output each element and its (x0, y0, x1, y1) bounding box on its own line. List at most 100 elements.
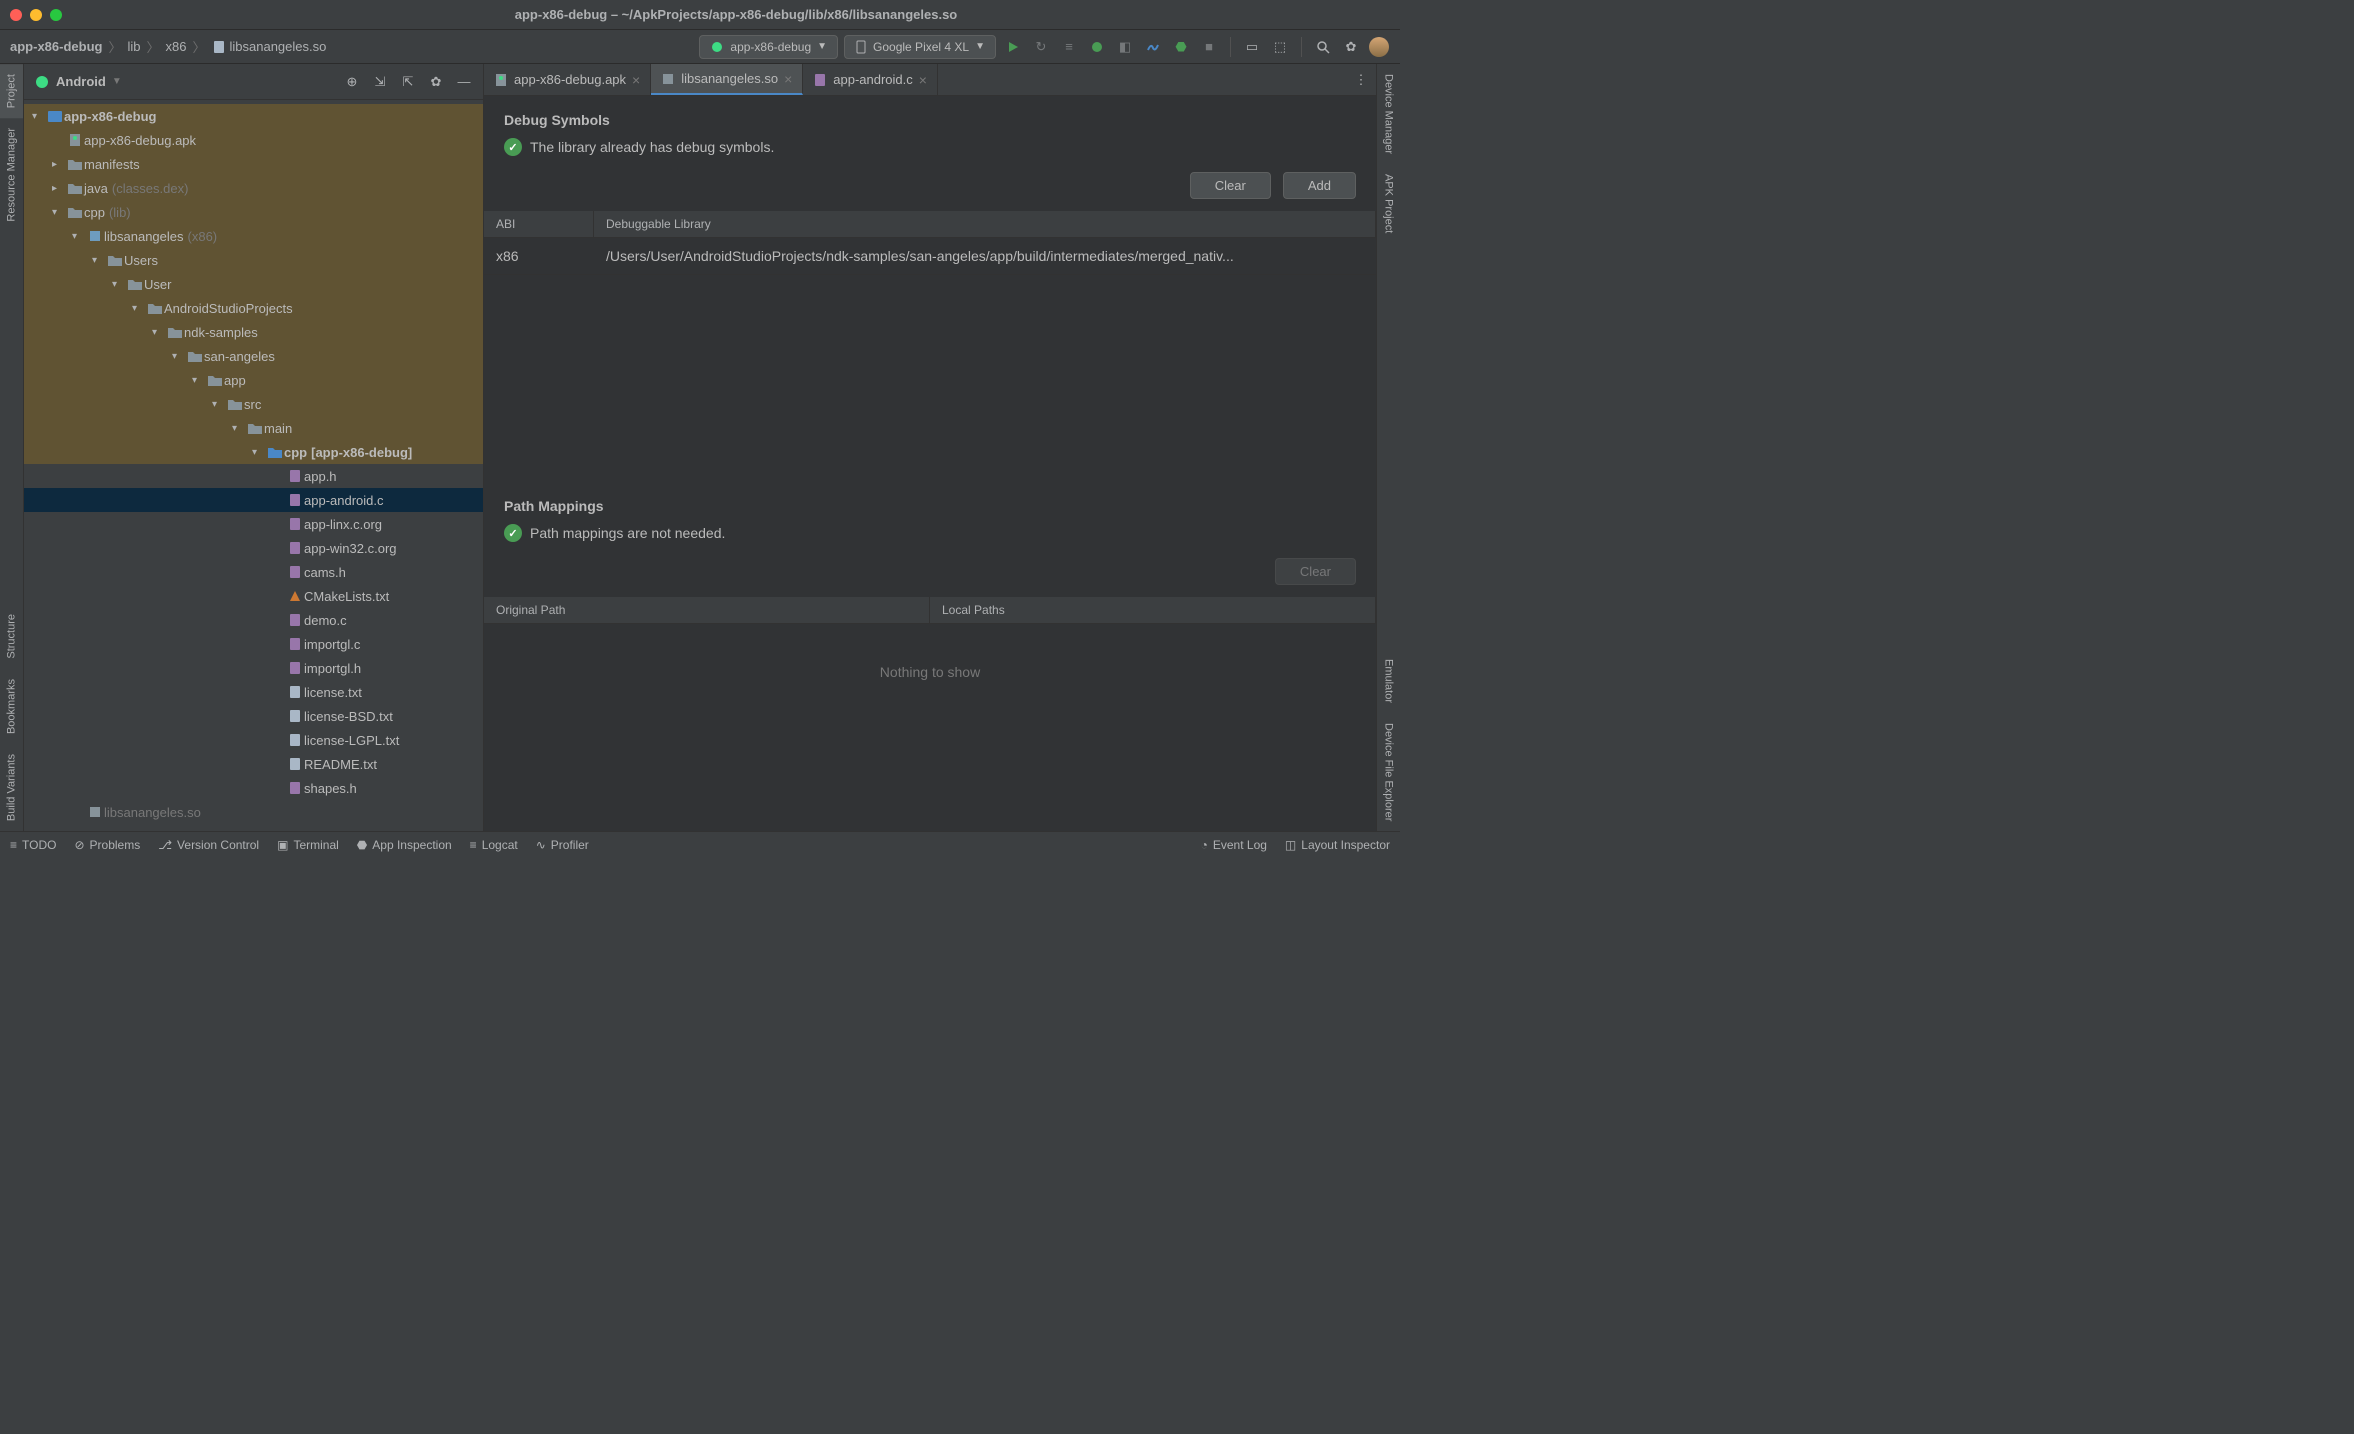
table-row[interactable]: x86 /Users/User/AndroidStudioProjects/nd… (484, 238, 1376, 275)
avd-manager-icon[interactable]: ▭ (1241, 36, 1263, 58)
project-tree[interactable]: ▾app-x86-debugapp-x86-debug.apk▸manifest… (24, 100, 483, 831)
app-inspection-tool-button[interactable]: ⬣App Inspection (357, 838, 452, 852)
profiler-button[interactable] (1142, 36, 1164, 58)
tree-node[interactable]: ▾libsanangeles(x86) (24, 224, 483, 248)
tree-expand-icon[interactable]: ▾ (152, 327, 166, 338)
tree-expand-icon[interactable]: ▾ (32, 111, 46, 122)
select-opened-file-icon[interactable]: ⊕ (343, 73, 361, 91)
local-paths-column-header[interactable]: Local Paths (930, 597, 1376, 623)
tree-node[interactable]: ▾app (24, 368, 483, 392)
editor-tab[interactable]: libsanangeles.so× (651, 64, 803, 95)
device-manager-tool-button[interactable]: Device Manager (1377, 64, 1400, 164)
tree-expand-icon[interactable]: ▸ (52, 183, 66, 194)
tree-expand-icon[interactable]: ▾ (252, 447, 266, 458)
avatar[interactable] (1368, 36, 1390, 58)
resource-manager-tool-button[interactable]: Resource Manager (0, 118, 23, 232)
tree-node[interactable]: demo.c (24, 608, 483, 632)
tree-node[interactable]: README.txt (24, 752, 483, 776)
tree-expand-icon[interactable]: ▾ (112, 279, 126, 290)
original-path-column-header[interactable]: Original Path (484, 597, 930, 623)
tree-node[interactable]: app-win32.c.org (24, 536, 483, 560)
tree-node[interactable]: importgl.h (24, 656, 483, 680)
structure-tool-button[interactable]: Structure (0, 604, 23, 669)
tree-node[interactable]: ▾ndk-samples (24, 320, 483, 344)
tree-node[interactable]: ▾src (24, 392, 483, 416)
more-tabs-icon[interactable]: ⋮ (1346, 64, 1376, 95)
close-tab-icon[interactable]: × (919, 72, 927, 88)
tree-node[interactable]: ▾cpp[app-x86-debug] (24, 440, 483, 464)
settings-icon[interactable]: ✿ (427, 73, 445, 91)
editor-tab[interactable]: app-x86-debug.apk× (484, 64, 651, 95)
emulator-tool-button[interactable]: Emulator (1377, 649, 1400, 713)
hide-icon[interactable]: — (455, 73, 473, 91)
settings-icon[interactable]: ✿ (1340, 36, 1362, 58)
tree-expand-icon[interactable]: ▾ (172, 351, 186, 362)
device-dropdown[interactable]: Google Pixel 4 XL ▼ (844, 35, 996, 59)
tree-node[interactable]: license.txt (24, 680, 483, 704)
coverage-icon[interactable]: ◧ (1114, 36, 1136, 58)
sdk-manager-icon[interactable]: ⬚ (1269, 36, 1291, 58)
minimize-window-button[interactable] (30, 9, 42, 21)
apply-changes-icon[interactable]: ↻ (1030, 36, 1052, 58)
tree-node[interactable]: cams.h (24, 560, 483, 584)
tree-expand-icon[interactable]: ▾ (192, 375, 206, 386)
tree-expand-icon[interactable]: ▾ (212, 399, 226, 410)
project-view-label[interactable]: Android (56, 74, 106, 89)
device-file-explorer-tool-button[interactable]: Device File Explorer (1377, 713, 1400, 831)
tree-node[interactable]: ▾app-x86-debug (24, 104, 483, 128)
tree-node[interactable]: app-linx.c.org (24, 512, 483, 536)
tree-expand-icon[interactable]: ▸ (52, 159, 66, 170)
lib-column-header[interactable]: Debuggable Library (594, 211, 1376, 237)
event-log-tool-button[interactable]: ◔Event Log (1201, 838, 1267, 852)
tree-expand-icon[interactable]: ▾ (72, 231, 86, 242)
profiler-tool-button[interactable]: ∿Profiler (536, 838, 589, 852)
tree-node[interactable]: ▾Users (24, 248, 483, 272)
tree-node[interactable]: ▾AndroidStudioProjects (24, 296, 483, 320)
tree-node[interactable]: importgl.c (24, 632, 483, 656)
project-tool-button[interactable]: Project (0, 64, 23, 118)
maximize-window-button[interactable] (50, 9, 62, 21)
tree-expand-icon[interactable]: ▾ (232, 423, 246, 434)
tree-node[interactable]: license-LGPL.txt (24, 728, 483, 752)
editor-tab[interactable]: app-android.c× (803, 64, 938, 95)
close-window-button[interactable] (10, 9, 22, 21)
version-control-tool-button[interactable]: ⎇Version Control (158, 838, 259, 852)
tree-node[interactable]: app.h (24, 464, 483, 488)
tree-node[interactable]: app-android.c (24, 488, 483, 512)
tree-node[interactable]: CMakeLists.txt (24, 584, 483, 608)
collapse-all-icon[interactable]: ⇱ (399, 73, 417, 91)
breadcrumb-item[interactable]: lib (127, 39, 140, 54)
close-tab-icon[interactable]: × (632, 72, 640, 88)
logcat-tool-button[interactable]: ≡Logcat (470, 838, 518, 852)
tree-node[interactable]: ▸manifests (24, 152, 483, 176)
attach-debugger-icon[interactable]: ⬣ (1170, 36, 1192, 58)
search-icon[interactable] (1312, 36, 1334, 58)
apk-project-tool-button[interactable]: APK Project (1377, 164, 1400, 243)
stop-button[interactable]: ■ (1198, 36, 1220, 58)
run-button[interactable] (1002, 36, 1024, 58)
bookmarks-tool-button[interactable]: Bookmarks (0, 669, 23, 744)
add-button[interactable]: Add (1283, 172, 1356, 199)
breadcrumb-item[interactable]: libsanangeles.so (230, 39, 327, 54)
tree-node[interactable]: ▾san-angeles (24, 344, 483, 368)
breadcrumb-item[interactable]: x86 (166, 39, 187, 54)
terminal-tool-button[interactable]: ▣Terminal (277, 838, 339, 852)
abi-column-header[interactable]: ABI (484, 211, 594, 237)
debug-button[interactable] (1086, 36, 1108, 58)
tree-node[interactable]: license-BSD.txt (24, 704, 483, 728)
tree-node[interactable]: libsanangeles.so (24, 800, 483, 824)
tree-expand-icon[interactable]: ▾ (132, 303, 146, 314)
build-variants-tool-button[interactable]: Build Variants (0, 744, 23, 831)
tree-node[interactable]: app-x86-debug.apk (24, 128, 483, 152)
layout-inspector-tool-button[interactable]: ◫Layout Inspector (1285, 838, 1390, 852)
tree-node[interactable]: ▸java(classes.dex) (24, 176, 483, 200)
problems-tool-button[interactable]: ⊘Problems (74, 838, 140, 852)
tree-node[interactable]: ▾main (24, 416, 483, 440)
clear-button[interactable]: Clear (1190, 172, 1271, 199)
todo-tool-button[interactable]: ≡TODO (10, 838, 56, 852)
close-tab-icon[interactable]: × (784, 71, 792, 87)
run-config-dropdown[interactable]: app-x86-debug ▼ (699, 35, 838, 59)
tree-expand-icon[interactable]: ▾ (92, 255, 106, 266)
tree-node[interactable]: shapes.h (24, 776, 483, 800)
tree-node[interactable]: ▾User (24, 272, 483, 296)
